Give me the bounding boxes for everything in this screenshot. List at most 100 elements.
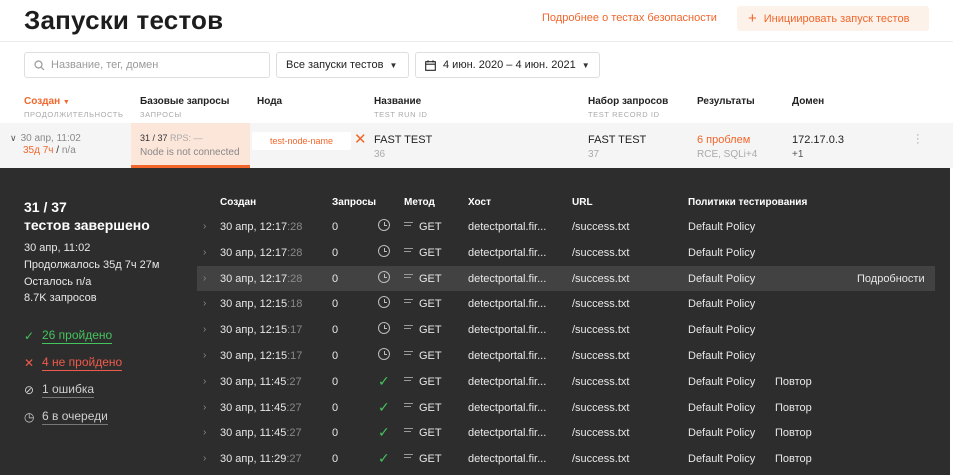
detail-row[interactable]: › 30 апр, 12:17:28 0 GET detectportal.fir...… <box>197 240 935 265</box>
security-tests-link[interactable]: Подробнее о тестах безопасности <box>542 12 717 24</box>
summary-remaining: Осталось n/a <box>24 276 92 288</box>
method-icon <box>404 454 413 461</box>
detail-requests: 0 <box>332 453 339 466</box>
detail-row[interactable]: › 30 апр, 11:45:27 0 ✓ GET detectportal.fir..… <box>197 420 935 445</box>
method-icon <box>404 247 413 255</box>
column-request-set: Набор запросов Test record ID <box>588 96 668 119</box>
detail-url: /success.txt <box>572 375 630 388</box>
chevron-down-icon: ▼ <box>581 60 590 70</box>
sort-desc-icon: ▼ <box>62 99 70 106</box>
detail-requests: 0 <box>332 375 339 388</box>
page-title: Запуски тестов <box>24 5 224 35</box>
detail-row[interactable]: › 30 апр, 12:17:28 0 GET detectportal.fir...… <box>197 214 935 239</box>
details-button[interactable]: Подробности <box>857 273 925 285</box>
detail-requests: 0 <box>332 401 339 414</box>
runs-filter-select[interactable]: Все запуски тестов ▼ <box>276 52 409 78</box>
detail-created: 30 апр, 12:17:28 <box>220 273 302 285</box>
retry-button[interactable]: Повтор <box>775 427 812 439</box>
detail-row[interactable]: › 30 апр, 11:45:27 0 ✓ GET detectportal.fir..… <box>197 395 935 420</box>
queued-filter[interactable]: ◷ 6 в очереди <box>24 409 108 425</box>
header-divider <box>0 41 953 42</box>
clock-icon <box>378 244 390 260</box>
calendar-icon <box>425 59 436 71</box>
kebab-icon[interactable]: · · · <box>916 130 920 149</box>
queued-label: 6 в очереди <box>42 409 108 425</box>
init-test-run-button[interactable]: + Инициировать запуск тестов <box>737 6 929 31</box>
search-input[interactable]: Название, тег, домен <box>24 52 270 78</box>
detail-row[interactable]: › 30 апр, 12:15:17 0 GET detectportal.fir...… <box>197 317 935 342</box>
detail-created-time: 30 апр, 12:15 <box>220 350 288 362</box>
detail-created: 30 апр, 12:15:18 <box>220 298 302 310</box>
column-base-label: Базовые запросы <box>140 96 230 107</box>
method-icon <box>404 402 413 410</box>
queue-clock-icon: ◷ <box>24 410 35 424</box>
column-request-set-label: Набор запросов <box>588 96 669 107</box>
detail-policy: Default Policy <box>688 298 756 311</box>
chevron-right-icon[interactable]: › <box>203 324 206 335</box>
run-remaining: n/a <box>61 145 76 156</box>
chevron-right-icon[interactable]: › <box>203 273 206 284</box>
chevron-right-icon[interactable]: › <box>203 350 206 361</box>
detail-created: 30 апр, 12:15:17 <box>220 350 302 362</box>
retry-button[interactable]: Повтор <box>775 402 812 414</box>
detail-created-seconds: :17 <box>287 324 303 337</box>
node-status-text: Node is not connected <box>140 147 240 158</box>
detail-created-time: 30 апр, 12:17 <box>220 272 288 285</box>
run-duration-sep: / <box>56 145 60 156</box>
detail-policy: Default Policy <box>688 272 756 285</box>
method-icon <box>404 376 413 384</box>
results-issues[interactable]: 6 проблем <box>697 134 750 146</box>
detail-created-seconds: :27 <box>286 427 302 440</box>
summary-lasted: Продолжалось 35д 7ч 27м <box>24 259 160 271</box>
run-id: 36 <box>374 149 386 160</box>
detail-col-created: Создан <box>220 197 257 208</box>
column-request-set-sub: Test record ID <box>588 110 660 119</box>
summary-count: 31 / 37 <box>24 199 67 215</box>
node-name-chip[interactable]: test-node-name <box>252 132 351 150</box>
detail-row[interactable]: › 30 апр, 12:15:17 0 GET detectportal.fir...… <box>197 343 935 368</box>
detail-host: detectportal.fir... <box>468 298 547 311</box>
close-icon[interactable]: ✕ <box>354 130 367 148</box>
detail-col-host: Хост <box>468 197 491 208</box>
chevron-right-icon[interactable]: › <box>203 453 206 464</box>
chevron-down-icon[interactable]: ∨ <box>10 132 17 144</box>
chevron-right-icon[interactable]: › <box>203 376 206 387</box>
chevron-right-icon[interactable]: › <box>203 221 206 232</box>
chevron-right-icon[interactable]: › <box>203 402 206 413</box>
retry-button[interactable]: Повтор <box>775 453 812 465</box>
detail-url: /success.txt <box>572 221 630 233</box>
detail-created-seconds: :17 <box>287 350 303 362</box>
run-domain-extra[interactable]: +1 <box>792 149 803 160</box>
chevron-right-icon[interactable]: › <box>203 247 206 258</box>
method-icon <box>404 222 413 229</box>
detail-created-time: 30 апр, 11:45 <box>220 375 287 388</box>
test-run-row[interactable]: ∨ 30 апр, 11:02 35д 7ч / n/a 31 / 37 RPS:… <box>0 123 953 168</box>
chevron-right-icon[interactable]: › <box>203 427 206 438</box>
method-icon <box>404 428 413 435</box>
detail-requests: 0 <box>332 272 339 285</box>
retry-button[interactable]: Повтор <box>775 376 812 388</box>
detail-col-url: URL <box>572 197 593 208</box>
base-count: 31 / 37 <box>140 133 168 143</box>
column-node: Нода <box>257 96 283 107</box>
base-requests-cell: 31 / 37 RPS: — Node is not connected <box>131 123 250 168</box>
detail-row[interactable]: › 30 апр, 12:17:28 0 GET detectportal.fir...… <box>197 265 935 291</box>
detail-url: /success.txt <box>572 246 630 259</box>
search-placeholder: Название, тег, домен <box>51 59 159 71</box>
detail-host: detectportal.fir... <box>468 221 547 233</box>
errors-filter[interactable]: ⊘ 1 ошибка <box>24 382 95 398</box>
detail-requests: 0 <box>332 324 339 337</box>
passed-filter[interactable]: ✓ 26 пройдено <box>24 328 113 344</box>
detail-row[interactable]: › 30 апр, 11:29:27 0 ✓ GET detectportal.fir..… <box>197 446 935 471</box>
date-range-picker[interactable]: 4 июн. 2020 – 4 июн. 2021 ▼ <box>415 52 600 78</box>
detail-url: /success.txt <box>572 272 630 285</box>
summary-started: 30 апр, 11:02 <box>24 242 91 254</box>
detail-row[interactable]: › 30 апр, 11:45:27 0 ✓ GET detectportal.fir..… <box>197 369 935 394</box>
failed-filter[interactable]: ✕ 4 не пройдено <box>24 355 123 371</box>
detail-created: 30 апр, 12:17:28 <box>220 221 302 233</box>
column-created[interactable]: Создан ▼ Продолжительность <box>24 96 124 119</box>
detail-created-seconds: :28 <box>287 272 303 285</box>
detail-method: GET <box>419 246 442 259</box>
detail-row[interactable]: › 30 апр, 12:15:18 0 GET detectportal.fir...… <box>197 291 935 316</box>
chevron-right-icon[interactable]: › <box>203 298 206 309</box>
